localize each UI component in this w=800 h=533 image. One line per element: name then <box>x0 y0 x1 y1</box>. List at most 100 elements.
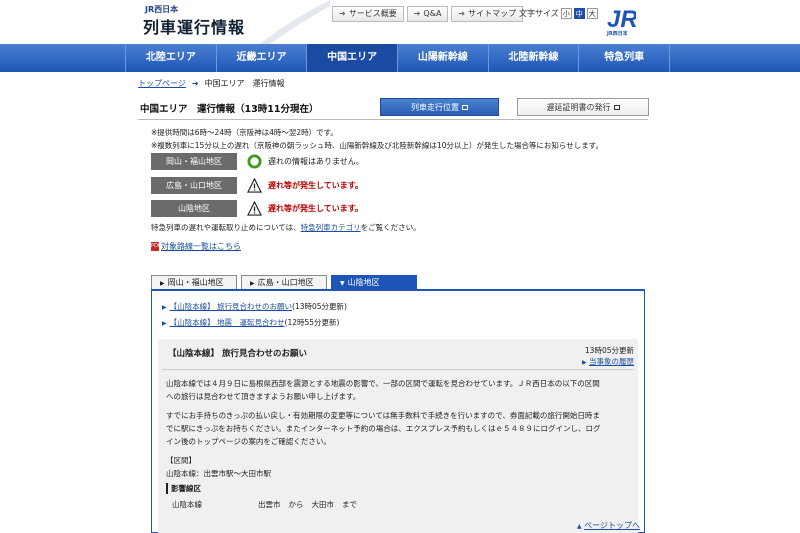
list-item: ▶ 【山陰本線】 地震 運転見合わせ(12時55分更新) <box>162 317 347 328</box>
limited-express-note-suffix: をご覧ください。 <box>360 223 421 232</box>
header-swoosh-decoration <box>260 0 330 44</box>
font-size-medium-button[interactable]: 中 <box>573 8 585 19</box>
jr-logo-icon[interactable]: JR <box>606 3 636 31</box>
external-window-icon <box>613 105 620 110</box>
header: JR西日本 列車運行情報 ➜ サービス概要 ➜ Q&A ➜ サイトマップ 文字サイズ … <box>0 0 800 44</box>
paragraph-line: への旅行は見合わせて頂きますようお願い申し上げます。 <box>166 392 361 401</box>
incident-time: (13時05分更新) <box>292 302 347 311</box>
tab-sanin-label: 山陰地区 <box>347 278 380 287</box>
service-overview-label: サービス概要 <box>348 9 397 18</box>
nav-hokuriku-shinkansen[interactable]: 北陸新幹線 <box>487 44 579 72</box>
tab-sanin[interactable]: ▼ 山陰地区 <box>331 275 417 289</box>
utility-links: ➜ サービス概要 ➜ Q&A ➜ サイトマップ <box>332 6 526 22</box>
affected-made: まで <box>342 500 357 509</box>
breadcrumb-home-link[interactable]: トップページ <box>138 79 186 88</box>
tab-hiroshima-label: 広島・山口地区 <box>257 278 314 287</box>
train-position-button[interactable]: 列車走行位置 <box>380 98 499 116</box>
incident-detail: 【山陰本線】 旅行見合わせのお願い 13時05分更新 ▶ 当事象の履歴 山陰本線… <box>158 339 638 533</box>
incident-link-travel-advisory[interactable]: 【山陰本線】 旅行見合わせのお願い <box>170 302 292 311</box>
affected-line-row: 山陰本線 出雲市 から 大田市 まで <box>172 499 357 510</box>
page-title: 中国エリア 運行情報（13時11分現在） <box>140 104 319 115</box>
incident-link-earthquake[interactable]: 【山陰本線】 地震 運転見合わせ <box>170 318 285 327</box>
status-text-hiroshima: 遅れ等が発生しています。 <box>268 181 363 190</box>
tab-hiroshima[interactable]: ▶ 広島・山口地区 <box>241 275 327 289</box>
service-hours-note: ※提供時間は6時〜24時（京阪神は4時〜翌2時）です。 <box>151 128 338 137</box>
triangle-up-icon: ▲ <box>577 523 582 530</box>
affected-kara: から <box>288 500 304 509</box>
affected-from: 出雲市 <box>258 500 281 509</box>
warning-icon <box>247 178 262 193</box>
service-overview-button[interactable]: ➜ サービス概要 <box>332 6 404 22</box>
breadcrumb-current: 中国エリア 運行情報 <box>204 79 285 88</box>
external-window-icon <box>462 105 468 110</box>
region-sanin-box[interactable]: 山陰地区 <box>151 200 237 217</box>
breadcrumb: トップページ ➜ 中国エリア 運行情報 <box>138 78 285 89</box>
target-lines-pdf: PDF対象路線一覧はこちら <box>151 241 241 252</box>
triangle-right-icon: ▶ <box>581 359 587 366</box>
triangle-right-icon: ▶ <box>160 280 165 287</box>
main-nav: 北陸エリア 近畿エリア 中国エリア 山陽新幹線 北陸新幹線 特急列車 <box>0 44 800 72</box>
site-title[interactable]: 列車運行情報 <box>143 14 245 38</box>
font-size-small-button[interactable]: 小 <box>560 8 572 19</box>
sitemap-button[interactable]: ➜ サイトマップ <box>451 6 524 22</box>
section-label: 【区間】 <box>166 456 196 465</box>
triangle-right-icon: ▶ <box>162 320 167 327</box>
pdf-icon: PDF <box>151 242 161 251</box>
limited-express-note-prefix: 特急列車の遅れや運転取り止めについては、 <box>151 223 301 232</box>
qa-button[interactable]: ➜ Q&A <box>406 6 449 22</box>
page-top-link[interactable]: ページトップへ <box>584 521 640 530</box>
section-value: 山陰本線：出雲市駅〜大田市駅 <box>166 469 271 478</box>
detail-paragraph-1: 山陰本線では４月９日に島根県西部を震源とする地震の影響で、一部の区間で運転を見合… <box>166 377 632 403</box>
detail-paragraph-2: すでにお手持ちのきっぷの払い戻し・有効期限の変更等については無手数料で手続きを行… <box>166 409 632 448</box>
region-hiroshima-box[interactable]: 広島・山口地区 <box>151 177 237 194</box>
limited-express-category-link[interactable]: 特急列車カテゴリ <box>301 223 361 232</box>
qa-label: Q&A <box>423 9 442 18</box>
nav-sanyo-shinkansen[interactable]: 山陽新幹線 <box>397 44 488 72</box>
font-size-label: 文字サイズ <box>519 9 559 18</box>
incident-history-link[interactable]: 当事象の履歴 <box>589 357 634 366</box>
region-okayama-box[interactable]: 岡山・福山地区 <box>151 153 237 170</box>
status-row-okayama: 岡山・福山地区 遅れの情報はありません。 <box>151 153 364 170</box>
svg-text:JR: JR <box>607 6 636 31</box>
paragraph-line: イン後のトップページの案内をご確認ください。 <box>166 437 331 446</box>
nav-limited-express[interactable]: 特急列車 <box>578 44 671 72</box>
status-row-hiroshima: 広島・山口地区 遅れ等が発生しています。 <box>151 177 363 194</box>
region-tabs: ▶ 岡山・福山地区 ▶ 広島・山口地区 ▼ 山陰地区 <box>151 275 421 289</box>
train-position-label: 列車走行位置 <box>411 103 459 112</box>
delay-certificate-label: 遅延証明書の発行 <box>546 103 611 112</box>
incident-link-list: ▶ 【山陰本線】 旅行見合わせのお願い(13時05分更新) ▶ 【山陰本線】 地震 … <box>162 301 347 333</box>
nav-kinki[interactable]: 近畿エリア <box>215 44 307 72</box>
notification-criteria-note: ※複数列車に15分以上の遅れ（京阪神の朝ラッシュ時、山陽新幹線及び北陸新幹線は1… <box>151 141 603 150</box>
tab-okayama-label: 岡山・福山地区 <box>167 278 224 287</box>
incident-updated-time: 13時05分更新 <box>584 346 634 355</box>
sitemap-label: サイトマップ <box>468 9 517 18</box>
font-size-large-button[interactable]: 大 <box>586 8 598 19</box>
nav-hokuriku[interactable]: 北陸エリア <box>125 44 216 72</box>
detail-divider <box>162 369 634 370</box>
list-item: ▶ 【山陰本線】 旅行見合わせのお願い(13時05分更新) <box>162 301 347 312</box>
font-size-selector: 文字サイズ 小 中 大 <box>519 8 598 19</box>
affected-to: 大田市 <box>311 500 335 509</box>
triangle-right-icon: ▶ <box>250 280 255 287</box>
detail-section: 【区間】 山陰本線：出雲市駅〜大田市駅 <box>166 454 632 480</box>
affected-lines-heading: 影響線区 <box>166 483 201 494</box>
status-text-sanin: 遅れ等が発生しています。 <box>268 204 363 213</box>
paragraph-line: すでにお手持ちのきっぷの払い戻し・有効期限の変更等については無手数料で手続きを行… <box>166 411 600 420</box>
triangle-right-icon: ▶ <box>162 304 167 311</box>
warning-icon <box>247 201 262 216</box>
delay-certificate-button[interactable]: 遅延証明書の発行 <box>517 98 649 116</box>
sanin-panel: ▶ 【山陰本線】 旅行見合わせのお願い(13時05分更新) ▶ 【山陰本線】 地震 … <box>151 289 645 533</box>
status-text-okayama: 遅れの情報はありません。 <box>268 157 364 166</box>
jr-logo-caption: JR西日本 <box>607 31 628 37</box>
title-divider <box>138 119 648 120</box>
incident-time: (12時55分更新) <box>284 318 340 327</box>
breadcrumb-arrow-icon: ➜ <box>191 79 199 88</box>
limited-express-note: 特急列車の遅れや運転取り止めについては、特急列車カテゴリをご覧ください。 <box>151 222 421 233</box>
page-top-link-wrap: ▲ ページトップへ <box>577 520 640 531</box>
paragraph-line: 山陰本線では４月９日に島根県西部を震源とする地震の影響で、一部の区間で運転を見合… <box>166 379 600 388</box>
nav-chugoku[interactable]: 中国エリア <box>306 44 398 72</box>
paragraph-line: でに駅にきっぷをお持ちください。またインターネット予約の場合は、エクスプレス予約… <box>166 424 601 433</box>
circle-ok-icon <box>247 154 262 169</box>
tab-okayama[interactable]: ▶ 岡山・福山地区 <box>151 275 237 289</box>
target-lines-link[interactable]: 対象路線一覧はこちら <box>161 242 241 251</box>
